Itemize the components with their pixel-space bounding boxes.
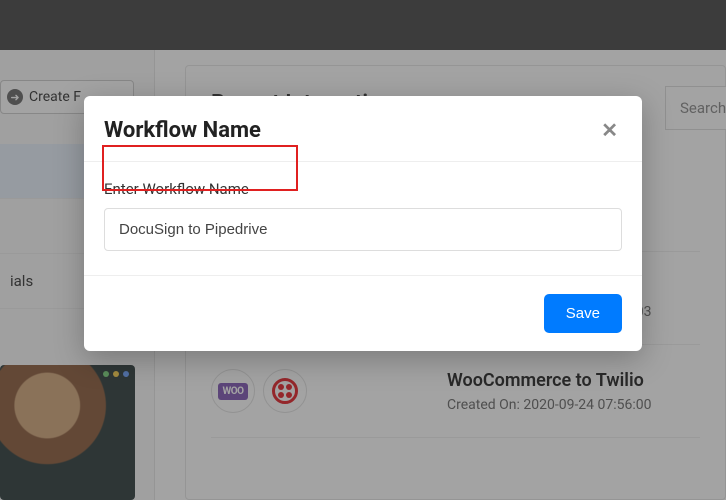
save-button[interactable]: Save bbox=[544, 294, 622, 333]
close-icon: ✕ bbox=[601, 120, 618, 142]
workflow-name-input[interactable] bbox=[104, 208, 622, 251]
workflow-name-label: Enter Workflow Name bbox=[104, 180, 622, 198]
modal-title: Workflow Name bbox=[104, 118, 261, 143]
modal-overlay[interactable]: Workflow Name ✕ Enter Workflow Name Save bbox=[0, 0, 726, 500]
workflow-name-modal: Workflow Name ✕ Enter Workflow Name Save bbox=[84, 96, 642, 351]
close-button[interactable]: ✕ bbox=[601, 118, 618, 143]
